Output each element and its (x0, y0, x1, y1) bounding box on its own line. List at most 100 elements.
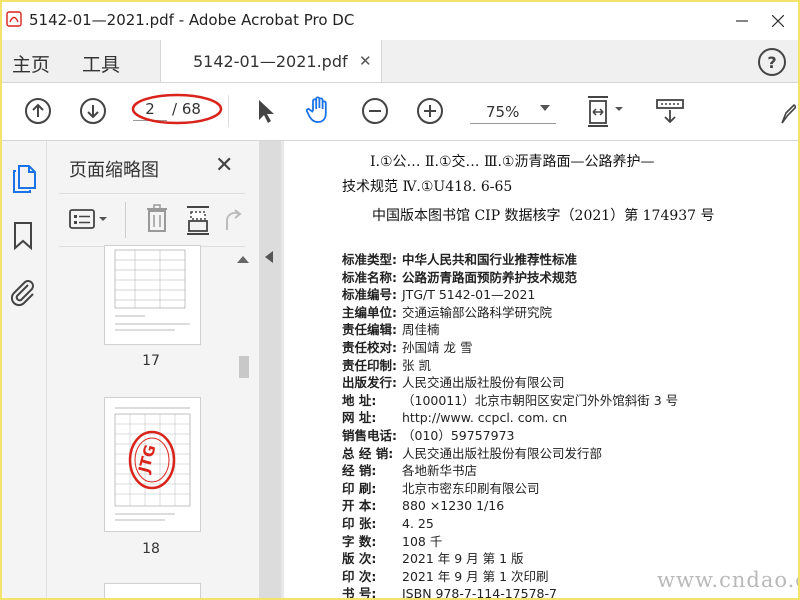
thumbnail-page-17[interactable] (104, 245, 201, 345)
tab-home[interactable]: 主页 (12, 50, 50, 77)
classification-line: 技术规范 Ⅳ.①U418. 6-65 (342, 179, 513, 195)
meta-label: 销售电话: (342, 428, 397, 443)
help-button[interactable]: ? (758, 48, 786, 76)
tab-document-label: 5142-01—2021.pdf (193, 52, 348, 71)
app-window: 5142-01—2021.pdf - Adobe Acrobat Pro DC … (0, 0, 800, 600)
meta-row: 字 数: 108 千 (342, 531, 442, 550)
meta-row: 印 次: 2021 年 9 月 第 1 次印刷 (342, 566, 549, 585)
meta-value: JTG/T 5142-01—2021 (402, 287, 536, 303)
meta-value: 2021 年 9 月 第 1 版 (402, 551, 524, 567)
rotate-icon (225, 209, 242, 230)
trash-icon (147, 204, 167, 232)
insert-page-button[interactable] (185, 204, 211, 236)
next-page-button[interactable] (79, 97, 107, 125)
meta-value: 周佳楠 (402, 322, 440, 338)
tab-bar: 主页 工具 5142-01—2021.pdf ✕ ? (2, 40, 798, 83)
meta-value: 交通运输部公路科学研究院 (402, 304, 553, 320)
paperclip-icon (10, 280, 34, 307)
close-window-button[interactable] (760, 8, 796, 34)
cursor-arrow-icon (259, 100, 274, 123)
zoom-in-button[interactable] (416, 97, 444, 125)
meta-row: 网 址: http://www. ccpcl. com. cn (342, 407, 567, 426)
page-fit-icon (588, 96, 623, 127)
tab-tools[interactable]: 工具 (82, 50, 120, 77)
delete-page-button[interactable] (145, 204, 169, 234)
meta-value: 各地新华书店 (402, 463, 478, 479)
select-tool-button[interactable] (252, 97, 280, 125)
meta-value: （010）59757973 (402, 428, 515, 443)
meta-value: 人民交通出版社股份有限公司发行部 (402, 445, 603, 461)
hand-icon (305, 96, 327, 123)
meta-label: 地 址: (342, 392, 377, 408)
meta-label: 标准名称: (342, 269, 397, 285)
scroll-up-arrow-icon[interactable] (237, 255, 249, 263)
pages-copy-icon (13, 165, 36, 193)
thumbnail-page-number: 18 (142, 541, 160, 557)
zoom-value: 75% (486, 103, 520, 121)
rotate-page-button[interactable] (223, 208, 243, 232)
page-preview: JTG (114, 407, 191, 521)
meta-value: 张 凯 (402, 357, 431, 373)
meta-row: 经 销: 各地新华书店 (342, 460, 477, 479)
meta-row: 书 号: ISBN 978-7-114-17578-7 (342, 583, 557, 600)
thumbnail-page-18[interactable]: JTG (104, 397, 201, 532)
tab-document[interactable]: 5142-01—2021.pdf ✕ (160, 40, 382, 82)
classification-line: Ⅰ.①公… Ⅱ.①交… Ⅲ.①沥青路面—公路养护— (370, 154, 655, 170)
meta-value: 108 千 (402, 533, 443, 549)
options-menu-icon (69, 209, 107, 229)
pen-icon (781, 103, 798, 124)
meta-row: 总 经 销: 人民交通出版社股份有限公司发行部 (342, 443, 602, 462)
attachments-button[interactable] (8, 277, 38, 307)
close-tab-icon[interactable]: ✕ (359, 52, 372, 70)
meta-label: 开 本: (342, 498, 377, 514)
scrollbar-thumb[interactable] (239, 356, 249, 378)
bookmark-icon (14, 222, 32, 251)
thumbnail-options-button[interactable] (69, 208, 113, 232)
comment-pen-button[interactable] (780, 103, 798, 124)
panel-title: 页面缩略图 (69, 160, 159, 181)
thumbnail-panel: 页面缩略图 ✕ 17 JTG 18 (47, 141, 259, 598)
scroll-mode-button[interactable] (654, 95, 686, 127)
toolbar-divider (125, 202, 126, 238)
meta-row: 出版发行: 人民交通出版社股份有限公司 (342, 372, 565, 391)
meta-row: 印 刷: 北京市密东印刷有限公司 (342, 478, 540, 497)
left-nav-rail (2, 141, 47, 598)
meta-value: 880 ×1230 1/16 (402, 498, 505, 514)
meta-value: 孙国靖 龙 雪 (402, 340, 473, 355)
hand-tool-button[interactable] (305, 96, 333, 124)
meta-label: 责任印制: (342, 357, 397, 373)
acrobat-pdf-icon (6, 11, 22, 27)
meta-label: 标准类型: (342, 252, 397, 267)
close-panel-icon[interactable]: ✕ (215, 153, 233, 178)
thumbnail-page-next[interactable] (104, 583, 201, 598)
page-fit-button[interactable] (584, 95, 624, 127)
red-annotation-ellipse (131, 93, 223, 125)
document-page: Ⅰ.①公… Ⅱ.①交… Ⅲ.①沥青路面—公路养护— 技术规范 Ⅳ.①U418. … (284, 141, 798, 600)
meta-value: ISBN 978-7-114-17578-7 (402, 586, 557, 600)
panel-splitter[interactable] (259, 141, 281, 598)
minus-circle-icon (362, 98, 388, 124)
site-watermark: www.cndao.com (657, 568, 798, 592)
meta-label: 印 次: (342, 568, 377, 584)
arrow-up-circle-icon (25, 98, 51, 124)
minimize-button[interactable] (724, 8, 760, 34)
meta-value: （100011）北京市朝阳区安定门外外馆斜街 3 号 (402, 392, 679, 408)
thumbnail-list: 17 JTG 18 (47, 245, 259, 598)
thumbnail-scrollbar[interactable] (235, 251, 253, 598)
window-title: 5142-01—2021.pdf - Adobe Acrobat Pro DC (29, 11, 355, 29)
zoom-out-button[interactable] (361, 97, 389, 125)
meta-label: 责任校对: (342, 340, 397, 355)
toolbar-divider (228, 95, 229, 127)
previous-page-button[interactable] (24, 97, 52, 125)
meta-value: 北京市密东印刷有限公司 (402, 480, 540, 496)
meta-label: 出版发行: (342, 375, 397, 391)
meta-label: 印 张: (342, 516, 377, 531)
thumbnail-toolbar (59, 193, 245, 247)
bookmarks-button[interactable] (12, 221, 34, 251)
meta-value: 人民交通出版社股份有限公司 (402, 375, 565, 391)
help-icon: ? (767, 52, 777, 72)
meta-value: 2021 年 9 月 第 1 次印刷 (402, 568, 549, 584)
collapse-panel-arrow-icon[interactable] (265, 251, 273, 263)
main-toolbar: / 68 75% (2, 83, 798, 141)
page-thumbnails-button[interactable] (10, 163, 38, 193)
